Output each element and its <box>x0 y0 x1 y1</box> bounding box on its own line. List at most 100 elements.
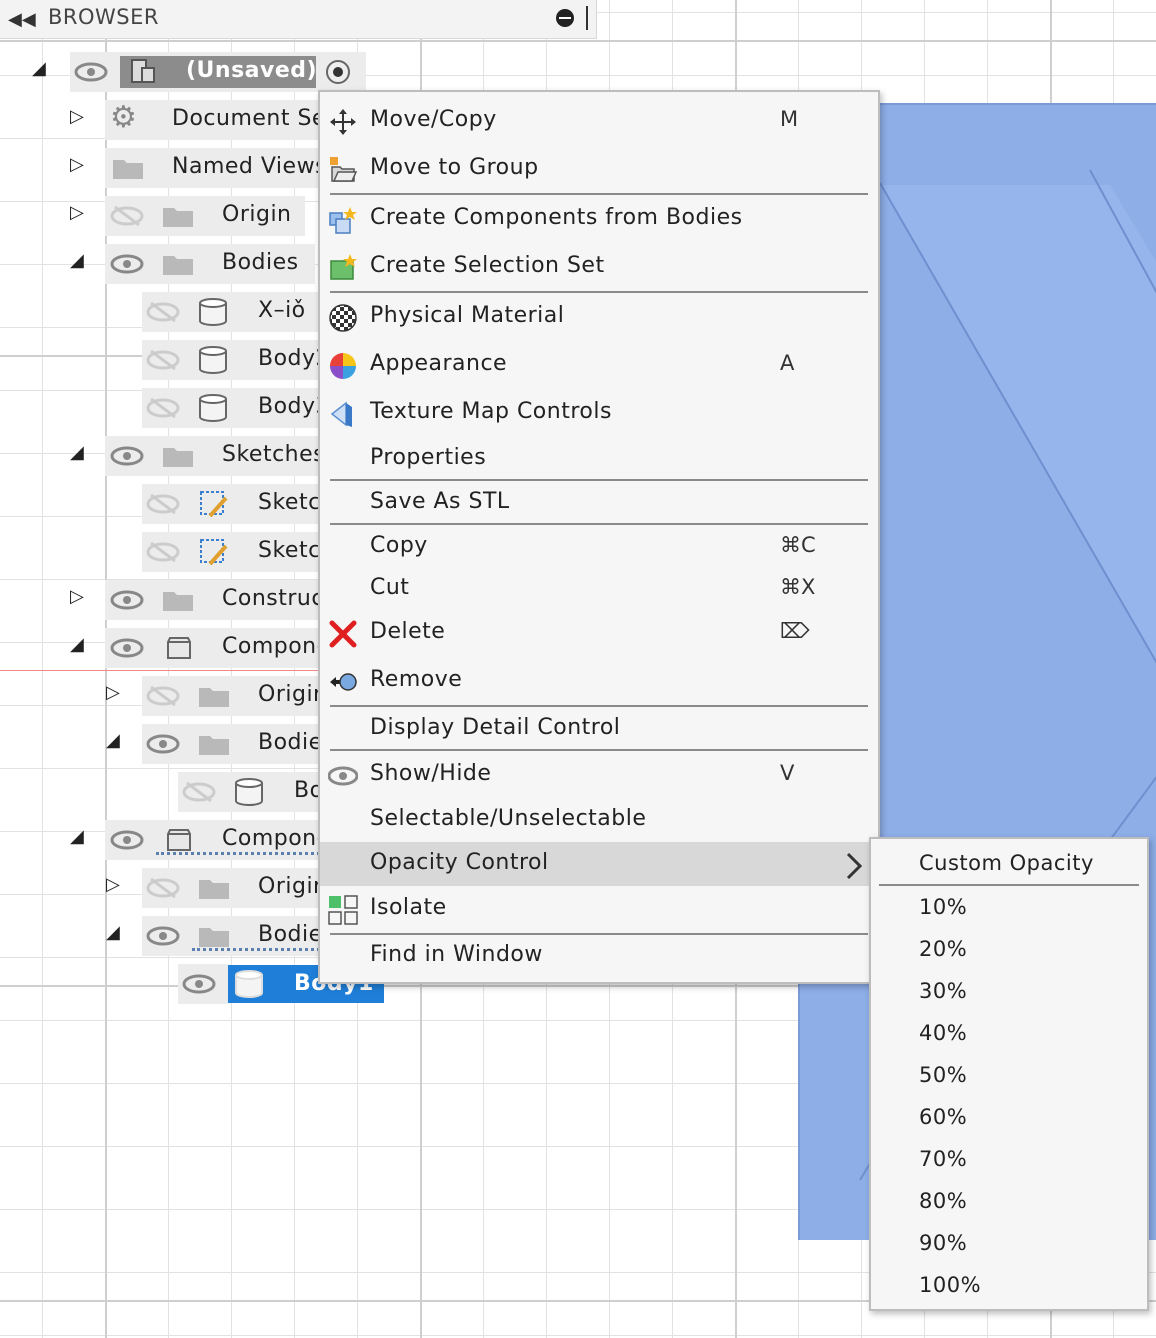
eye-icon[interactable] <box>146 926 180 946</box>
menu-item-cut[interactable]: Cut ⌘X <box>320 567 878 611</box>
document-icon <box>131 59 155 83</box>
browser-title: BROWSER <box>48 5 159 29</box>
eye-hidden-icon[interactable] <box>146 542 180 562</box>
expanded-triangle-icon[interactable]: ◢ <box>106 730 120 751</box>
menu-item-move-to-group[interactable]: Move to Group <box>320 147 878 191</box>
submenu-item-opacity-60[interactable]: 60% <box>871 1099 1147 1139</box>
sketch-icon <box>200 539 228 566</box>
tree-item-bodies[interactable]: ◢ Bodies <box>0 244 330 284</box>
menu-item-create-components[interactable]: Create Components from Bodies <box>320 197 878 241</box>
menu-item-selectable[interactable]: Selectable/Unselectable <box>320 798 878 842</box>
menu-item-label: Appearance <box>370 351 508 376</box>
tree-item-origin[interactable]: ▷ Origin <box>0 196 330 236</box>
component-icon <box>167 637 191 659</box>
eye-hidden-icon[interactable] <box>182 782 216 802</box>
tree-item-body[interactable]: Body3 <box>0 388 330 428</box>
eye-hidden-icon[interactable] <box>146 398 180 418</box>
tree-item-construction[interactable]: ▷ Construc <box>0 580 330 620</box>
tree-item-body[interactable]: Bo <box>0 772 330 812</box>
eye-hidden-icon[interactable] <box>146 350 180 370</box>
tree-item-label: Compone <box>222 826 331 851</box>
tree-item-named-views[interactable]: ▷ Named Views <box>0 148 330 188</box>
tree-item-sketch[interactable]: Sketcl <box>0 484 330 524</box>
eye-icon[interactable] <box>110 446 144 466</box>
collapsed-triangle-icon[interactable]: ▷ <box>70 106 84 127</box>
expanded-triangle-icon[interactable]: ◢ <box>70 634 84 655</box>
tree-item-sketch[interactable]: Sketcl <box>0 532 330 572</box>
collapsed-triangle-icon[interactable]: ▷ <box>106 874 120 895</box>
activate-radio-icon[interactable] <box>324 58 352 86</box>
tree-item-origin[interactable]: ▷ Origir <box>0 868 330 908</box>
eye-icon[interactable] <box>110 254 144 274</box>
menu-item-show-hide[interactable]: Show/Hide V <box>320 753 878 797</box>
tree-root-row[interactable]: ◢ (Unsaved) <box>0 52 370 92</box>
eye-hidden-icon[interactable] <box>110 206 144 226</box>
menu-item-isolate[interactable]: Isolate <box>320 887 878 931</box>
submenu-item-opacity-90[interactable]: 90% <box>871 1225 1147 1265</box>
eye-icon[interactable] <box>74 62 108 82</box>
eye-icon[interactable] <box>182 974 216 994</box>
menu-item-copy[interactable]: Copy ⌘C <box>320 525 878 569</box>
tree-item-document-settings[interactable]: ▷ ⚙ Document Set <box>0 100 335 140</box>
tree-item-component[interactable]: ◢ Compone <box>0 820 330 860</box>
menu-item-remove[interactable]: Remove <box>320 659 878 703</box>
expanded-triangle-icon[interactable]: ◢ <box>70 826 84 847</box>
menu-item-opacity-control[interactable]: Opacity Control <box>320 842 878 886</box>
collapsed-triangle-icon[interactable]: ▷ <box>70 202 84 223</box>
menu-item-display-detail[interactable]: Display Detail Control <box>320 707 878 751</box>
folder-icon <box>199 736 229 755</box>
eye-icon[interactable] <box>110 830 144 850</box>
collapsed-triangle-icon[interactable]: ▷ <box>70 154 84 175</box>
tree-item-body[interactable]: X–iǒ <box>0 292 330 332</box>
menu-item-label: Properties <box>370 445 487 470</box>
submenu-item-opacity-10[interactable]: 10% <box>871 889 1147 929</box>
menu-item-create-selection-set[interactable]: Create Selection Set <box>320 245 878 289</box>
menu-item-move-copy[interactable]: Move/Copy M <box>320 99 878 143</box>
submenu-item-opacity-70[interactable]: 70% <box>871 1141 1147 1181</box>
tree-item-component[interactable]: ◢ Compone <box>0 628 330 668</box>
expanded-triangle-icon[interactable]: ◢ <box>32 58 46 79</box>
menu-item-delete[interactable]: Delete ⌦ <box>320 611 878 655</box>
collapsed-triangle-icon[interactable]: ▷ <box>70 586 84 607</box>
submenu-item-opacity-40[interactable]: 40% <box>871 1015 1147 1055</box>
expanded-triangle-icon[interactable]: ◢ <box>70 250 84 271</box>
menu-shortcut: ⌘X <box>780 575 816 599</box>
submenu-item-opacity-50[interactable]: 50% <box>871 1057 1147 1097</box>
expanded-triangle-icon[interactable]: ◢ <box>106 922 120 943</box>
tree-item-origin[interactable]: ▷ Origir <box>0 676 330 716</box>
submenu-item-opacity-100[interactable]: 100% <box>871 1267 1147 1307</box>
root-label[interactable]: (Unsaved) <box>186 58 317 83</box>
tree-item-sketches[interactable]: ◢ Sketches <box>0 436 330 476</box>
eye-icon[interactable] <box>146 734 180 754</box>
submenu-item-opacity-20[interactable]: 20% <box>871 931 1147 971</box>
menu-item-find-in-window[interactable]: Find in Window <box>320 934 878 978</box>
menu-item-save-as-stl[interactable]: Save As STL <box>320 481 878 525</box>
active-underline <box>156 852 320 855</box>
tree-item-bodies[interactable]: ◢ Bodie <box>0 724 330 764</box>
menu-item-properties[interactable]: Properties <box>320 437 878 481</box>
eye-hidden-icon[interactable] <box>146 686 180 706</box>
eye-hidden-icon[interactable] <box>146 878 180 898</box>
collapsed-triangle-icon[interactable]: ▷ <box>106 682 120 703</box>
expanded-triangle-icon[interactable]: ◢ <box>70 442 84 463</box>
eye-hidden-icon[interactable] <box>146 302 180 322</box>
menu-item-texture-map[interactable]: Texture Map Controls <box>320 391 878 435</box>
menu-item-appearance[interactable]: Appearance A <box>320 343 878 387</box>
eye-icon[interactable] <box>110 638 144 658</box>
submenu-item-opacity-30[interactable]: 30% <box>871 973 1147 1013</box>
tree-item-bodies[interactable]: ◢ Bodie <box>0 916 330 956</box>
eye-icon[interactable] <box>110 590 144 610</box>
submenu-item-opacity-80[interactable]: 80% <box>871 1183 1147 1223</box>
resize-handle-icon[interactable] <box>586 6 588 30</box>
menu-shortcut: ⌦ <box>780 619 810 643</box>
folder-icon <box>163 256 193 275</box>
move-icon <box>330 109 356 135</box>
submenu-item-label: 100% <box>919 1273 982 1297</box>
submenu-item-custom-opacity[interactable]: Custom Opacity <box>871 845 1147 885</box>
eye-hidden-icon[interactable] <box>146 494 180 514</box>
submenu-item-label: 60% <box>919 1105 968 1129</box>
collapse-panel-icon[interactable]: ◀◀ <box>8 9 36 30</box>
pin-panel-icon[interactable] <box>556 9 574 27</box>
menu-item-physical-material[interactable]: Physical Material <box>320 295 878 339</box>
tree-item-body[interactable]: Body2 <box>0 340 330 380</box>
